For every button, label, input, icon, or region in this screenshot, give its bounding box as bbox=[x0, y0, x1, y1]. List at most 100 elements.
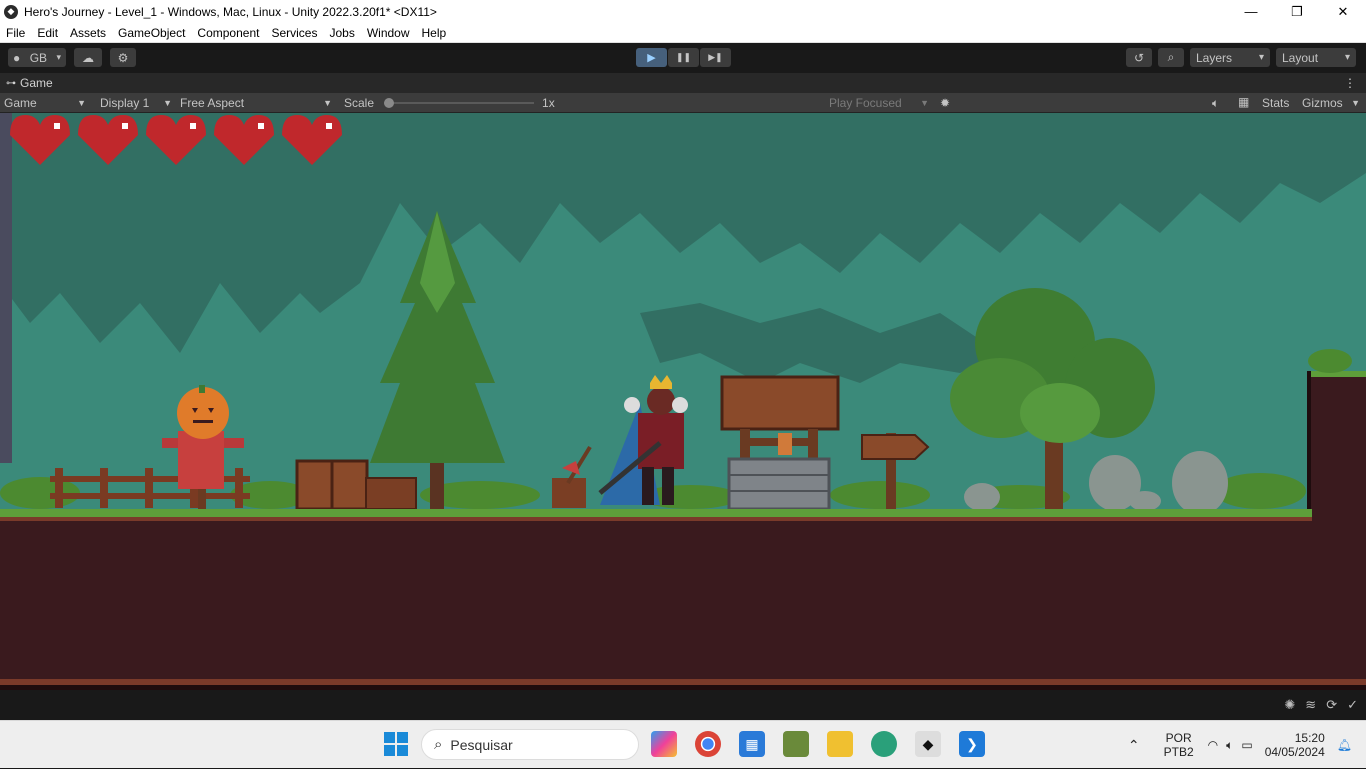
search-icon: ⌕ bbox=[1167, 50, 1175, 64]
cloud-button[interactable]: ☁ bbox=[74, 48, 102, 67]
aspect-dropdown[interactable]: Free Aspect ▼ bbox=[176, 93, 336, 113]
chevron-up-icon[interactable]: ⌃ bbox=[1128, 737, 1140, 754]
scale-control: Scale 1x bbox=[340, 93, 559, 113]
chrome-app-icon[interactable] bbox=[695, 731, 721, 757]
play-mode-dropdown[interactable]: Play Focused ▼ bbox=[825, 93, 933, 113]
display-dropdown[interactable]: Display 1 ▼ bbox=[96, 93, 176, 113]
window-title-bar: ◆ Hero's Journey - Level_1 - Windows, Ma… bbox=[0, 0, 1366, 23]
file-explorer-icon[interactable] bbox=[827, 731, 853, 757]
chevron-down-icon: ▼ bbox=[77, 97, 86, 108]
debug-icon[interactable]: ✺ bbox=[1284, 697, 1295, 713]
gizmos-label: Gizmos bbox=[1302, 95, 1343, 110]
window-title: Hero's Journey - Level_1 - Windows, Mac,… bbox=[24, 4, 437, 19]
editor-status-bar: ✺ ≋ ⟳ ✓ bbox=[0, 690, 1366, 720]
menu-services[interactable]: Services bbox=[265, 26, 323, 40]
copilot-app-icon[interactable] bbox=[651, 731, 677, 757]
account-icon: ● bbox=[13, 50, 21, 65]
menu-assets[interactable]: Assets bbox=[64, 26, 112, 40]
menu-file[interactable]: File bbox=[0, 26, 31, 40]
edge-app-icon[interactable] bbox=[871, 731, 897, 757]
scale-slider[interactable] bbox=[384, 97, 535, 108]
step-button[interactable]: ▶❚ bbox=[700, 48, 731, 67]
mute-audio-icon[interactable]: 🔈︎ bbox=[1212, 96, 1219, 111]
restore-button[interactable]: ❐ bbox=[1274, 0, 1320, 23]
layers-dropdown[interactable]: Layers bbox=[1190, 48, 1270, 67]
menu-gameobject[interactable]: GameObject bbox=[112, 26, 191, 40]
language-bottom: PTB2 bbox=[1163, 745, 1194, 759]
menu-jobs[interactable]: Jobs bbox=[323, 26, 360, 40]
display-label: Display 1 bbox=[100, 95, 150, 110]
layers-label: Layers bbox=[1196, 50, 1233, 65]
play-button[interactable]: ▶ bbox=[636, 48, 667, 67]
menu-component[interactable]: Component bbox=[191, 26, 265, 40]
tab-game-label: Game bbox=[20, 76, 53, 90]
aspect-label: Free Aspect bbox=[180, 95, 245, 110]
windows-logo-icon bbox=[384, 732, 408, 756]
battery-icon[interactable]: ▭ bbox=[1241, 738, 1252, 752]
wifi-icon[interactable]: ◠ bbox=[1208, 738, 1218, 752]
notification-bell-icon[interactable]: 🔔︎ bbox=[1337, 738, 1352, 752]
clock[interactable]: 15:20 04/05/2024 bbox=[1265, 731, 1325, 759]
start-button[interactable] bbox=[383, 731, 409, 757]
scale-slider-handle[interactable] bbox=[384, 97, 395, 108]
menu-edit[interactable]: Edit bbox=[31, 26, 64, 40]
game-view-toolbar: Game ▼ Display 1 ▼ Free Aspect ▼ Scale 1… bbox=[0, 93, 1366, 113]
language-indicator[interactable]: POR PTB2 bbox=[1164, 731, 1194, 759]
search-button[interactable]: ⌕ bbox=[1158, 48, 1184, 67]
auto-refresh-icon[interactable]: ⟳ bbox=[1326, 697, 1337, 713]
stats-button[interactable]: Stats bbox=[1262, 96, 1289, 110]
language-top: POR bbox=[1165, 731, 1192, 745]
bug-icon[interactable]: ✹ bbox=[940, 96, 950, 110]
history-icon: ↺ bbox=[1133, 50, 1145, 65]
cloud-icon: ☁ bbox=[82, 50, 94, 65]
system-tray: ⌃ POR PTB2 ◠ 🔈︎ ▭ 15:20 04/05/2024 🔔︎ bbox=[1128, 721, 1366, 769]
taskbar-search[interactable]: ⌕ Pesquisar bbox=[421, 729, 639, 760]
minecraft-app-icon[interactable] bbox=[783, 731, 809, 757]
clock-date: 04/05/2024 bbox=[1264, 745, 1325, 759]
tab-bar: ⊶ Game ⋮ bbox=[0, 73, 1366, 93]
store-app-icon[interactable]: ▦ bbox=[739, 731, 765, 757]
close-button[interactable]: ✕ bbox=[1320, 0, 1366, 23]
chevron-down-icon: ▼ bbox=[920, 97, 929, 108]
grid-icon[interactable]: ▦ bbox=[1238, 95, 1249, 109]
collab-button[interactable]: ⚙ bbox=[110, 48, 136, 67]
view-mode-dropdown[interactable]: Game ▼ bbox=[0, 93, 90, 113]
unity-app-icon[interactable]: ◆ bbox=[915, 731, 941, 757]
tab-game[interactable]: ⊶ Game bbox=[0, 73, 59, 93]
search-icon: ⌕ bbox=[434, 736, 443, 753]
game-viewport[interactable] bbox=[0, 113, 1366, 690]
checkmark-icon[interactable]: ✓ bbox=[1347, 697, 1358, 713]
chevron-down-icon: ▼ bbox=[163, 97, 172, 108]
play-mode-label: Play Focused bbox=[829, 95, 902, 110]
search-placeholder: Pesquisar bbox=[450, 736, 513, 753]
ground bbox=[0, 509, 1366, 690]
windows-taskbar: ⌕ Pesquisar ▦ ◆ ❯ ⌃ POR PTB2 ◠ 🔈︎ ▭ 15:2… bbox=[0, 720, 1366, 768]
window-controls: — ❐ ✕ bbox=[1228, 0, 1366, 23]
volume-icon[interactable]: 🔈︎ bbox=[1226, 738, 1233, 753]
play-icon: ▶ bbox=[647, 52, 656, 64]
vscode-app-icon[interactable]: ❯ bbox=[959, 731, 985, 757]
gizmos-dropdown[interactable]: Gizmos ▼ bbox=[1298, 93, 1364, 113]
play-controls: ▶ ❚❚ ▶❚ bbox=[636, 48, 731, 67]
heart-shine bbox=[122, 123, 128, 129]
chevron-down-icon: ▾ bbox=[56, 52, 61, 62]
step-icon: ▶❚ bbox=[708, 52, 723, 62]
pause-button[interactable]: ❚❚ bbox=[668, 48, 699, 67]
heart-shine bbox=[54, 123, 60, 129]
layers-stack-icon[interactable]: ≋ bbox=[1305, 697, 1316, 713]
minimize-button[interactable]: — bbox=[1228, 0, 1274, 23]
menu-window[interactable]: Window bbox=[361, 26, 416, 40]
chevron-down-icon: ▼ bbox=[1351, 97, 1360, 108]
right-toolbar: ↺ ⌕ Layers Layout bbox=[1126, 48, 1356, 67]
raised-ledge bbox=[1307, 349, 1366, 690]
account-dropdown[interactable]: ● GB ▾ bbox=[8, 48, 66, 67]
history-button[interactable]: ↺ bbox=[1126, 48, 1152, 67]
heart-shine bbox=[326, 123, 332, 129]
heart-shine bbox=[258, 123, 264, 129]
menu-help[interactable]: Help bbox=[416, 26, 453, 40]
view-mode-label: Game bbox=[4, 95, 37, 110]
tab-menu-icon[interactable]: ⋮ bbox=[1344, 76, 1356, 90]
clock-time: 15:20 bbox=[1294, 731, 1325, 745]
left-pillar bbox=[0, 113, 12, 463]
layout-dropdown[interactable]: Layout bbox=[1276, 48, 1356, 67]
